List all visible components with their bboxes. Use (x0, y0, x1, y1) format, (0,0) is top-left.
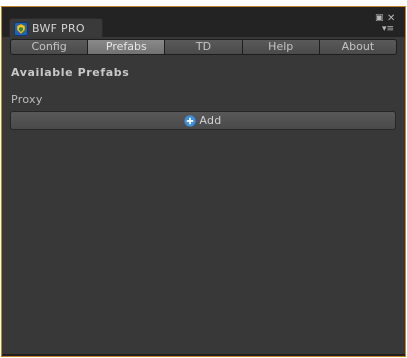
tab-about[interactable]: About (319, 39, 398, 55)
tab-help[interactable]: Help (242, 39, 320, 55)
window-title: BWF PRO (32, 22, 85, 35)
tab-td[interactable]: TD (165, 39, 243, 55)
tab-config[interactable]: Config (10, 39, 89, 55)
window-tab[interactable]: BWF PRO (9, 18, 103, 38)
tab-prefabs[interactable]: Prefabs (88, 39, 166, 55)
bwf-logo-icon (14, 21, 28, 36)
editor-window: BWF PRO ▣ ✕ ▾≡ Config Prefabs TD Help Ab… (0, 0, 407, 358)
section-title: Available Prefabs (11, 66, 130, 79)
main-panel (2, 37, 405, 354)
menu-icon[interactable]: ▾≡ (382, 25, 394, 34)
plus-circle-icon (184, 114, 196, 127)
group-label: Proxy (11, 93, 43, 106)
add-button-label: Add (199, 114, 222, 127)
section-toolbar: Config Prefabs TD Help About (10, 39, 398, 55)
close-icon[interactable]: ✕ (387, 14, 395, 24)
maximize-icon[interactable]: ▣ (375, 14, 384, 23)
add-button[interactable]: Add (10, 111, 396, 130)
